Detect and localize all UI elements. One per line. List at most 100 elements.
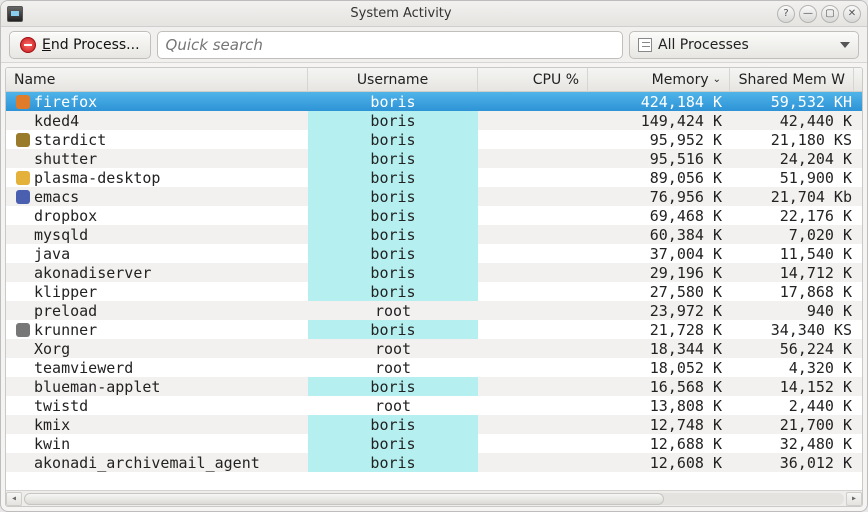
scroll-track[interactable] xyxy=(24,493,844,505)
cell-memory: 16,568 K xyxy=(588,377,730,396)
cell-cpu xyxy=(478,111,588,130)
table-row[interactable]: kded4boris149,424 K42,440 K xyxy=(6,111,862,130)
process-name: plasma-desktop xyxy=(34,169,160,187)
cell-cpu xyxy=(478,396,588,415)
cell-cpu xyxy=(478,206,588,225)
maximize-button[interactable]: ▢ xyxy=(821,5,839,23)
blank-icon xyxy=(16,247,30,261)
table-row[interactable]: javaboris37,004 K11,540 K xyxy=(6,244,862,263)
table-row[interactable]: krunnerboris21,728 K34,340 KS xyxy=(6,320,862,339)
table-row[interactable]: kmixboris12,748 K21,700 K xyxy=(6,415,862,434)
blank-icon xyxy=(16,456,30,470)
col-header-username[interactable]: Username xyxy=(308,68,478,91)
cell-name: firefox xyxy=(6,92,308,111)
blank-icon xyxy=(16,114,30,128)
cell-cpu xyxy=(478,320,588,339)
cell-name: akonadiserver xyxy=(6,263,308,282)
end-process-button[interactable]: End Process... xyxy=(9,31,151,59)
cell-shared: 22,176 K xyxy=(730,206,854,225)
cell-cpu xyxy=(478,301,588,320)
table-row[interactable]: preloadroot23,972 K940 K xyxy=(6,301,862,320)
cell-name: kmix xyxy=(6,415,308,434)
cell-username: root xyxy=(308,358,478,377)
table-row[interactable]: klipperboris27,580 K17,868 K xyxy=(6,282,862,301)
table-row[interactable]: twistdroot13,808 K2,440 K xyxy=(6,396,862,415)
scroll-thumb[interactable] xyxy=(24,493,664,505)
cell-shared: 2,440 K xyxy=(730,396,854,415)
cell-name: emacs xyxy=(6,187,308,206)
cell-username: boris xyxy=(308,453,478,472)
cell-name: dropbox xyxy=(6,206,308,225)
table-row[interactable]: dropboxboris69,468 K22,176 K xyxy=(6,206,862,225)
cell-cpu xyxy=(478,168,588,187)
cell-name: Xorg xyxy=(6,339,308,358)
process-name: akonadi_archivemail_agent xyxy=(34,454,260,472)
cell-shared: 11,540 K xyxy=(730,244,854,263)
table-row[interactable]: plasma-desktopboris89,056 K51,900 K xyxy=(6,168,862,187)
horizontal-scrollbar[interactable]: ◂ ▸ xyxy=(6,490,862,506)
cell-memory: 12,688 K xyxy=(588,434,730,453)
table-row[interactable]: akonadi_archivemail_agentboris12,608 K36… xyxy=(6,453,862,472)
table-row[interactable]: mysqldboris60,384 K7,020 K xyxy=(6,225,862,244)
scroll-right-button[interactable]: ▸ xyxy=(846,492,862,506)
app-icon xyxy=(7,6,23,22)
help-button[interactable]: ? xyxy=(777,5,795,23)
table-row[interactable]: teamviewerdroot18,052 K4,320 K xyxy=(6,358,862,377)
table-row[interactable]: blueman-appletboris16,568 K14,152 K xyxy=(6,377,862,396)
col-header-shared[interactable]: Shared Mem W xyxy=(730,68,854,91)
cell-username: boris xyxy=(308,320,478,339)
cell-memory: 12,748 K xyxy=(588,415,730,434)
filter-label: All Processes xyxy=(658,37,749,53)
cell-name: kded4 xyxy=(6,111,308,130)
cell-memory: 27,580 K xyxy=(588,282,730,301)
minimize-button[interactable]: — xyxy=(799,5,817,23)
table-row[interactable]: akonadiserverboris29,196 K14,712 K xyxy=(6,263,862,282)
cell-cpu xyxy=(478,92,588,111)
stardict-icon xyxy=(16,133,30,147)
titlebar[interactable]: System Activity ? — ▢ ✕ xyxy=(1,1,867,27)
cell-name: krunner xyxy=(6,320,308,339)
cell-cpu xyxy=(478,415,588,434)
cell-cpu xyxy=(478,339,588,358)
search-input[interactable] xyxy=(157,31,623,59)
cell-cpu xyxy=(478,358,588,377)
cell-memory: 18,344 K xyxy=(588,339,730,358)
cell-username: boris xyxy=(308,149,478,168)
process-name: Xorg xyxy=(34,340,70,358)
close-button[interactable]: ✕ xyxy=(843,5,861,23)
blank-icon xyxy=(16,209,30,223)
blank-icon xyxy=(16,342,30,356)
table-row[interactable]: firefoxboris424,184 K59,532 KH xyxy=(6,92,862,111)
table-row[interactable]: emacsboris76,956 K21,704 Kb xyxy=(6,187,862,206)
filter-dropdown[interactable]: All Processes xyxy=(629,31,859,59)
table-row[interactable]: stardictboris95,952 K21,180 KS xyxy=(6,130,862,149)
blank-icon xyxy=(16,152,30,166)
scroll-left-button[interactable]: ◂ xyxy=(6,492,22,506)
process-name: emacs xyxy=(34,188,79,206)
cell-username: boris xyxy=(308,244,478,263)
cell-memory: 95,952 K xyxy=(588,130,730,149)
system-activity-window: System Activity ? — ▢ ✕ End Process... A… xyxy=(0,0,868,512)
col-header-name[interactable]: Name xyxy=(6,68,308,91)
process-name: preload xyxy=(34,302,97,320)
cell-username: boris xyxy=(308,377,478,396)
cell-username: boris xyxy=(308,225,478,244)
cell-name: klipper xyxy=(6,282,308,301)
col-header-cpu[interactable]: CPU % xyxy=(478,68,588,91)
cell-memory: 13,808 K xyxy=(588,396,730,415)
emacs-icon xyxy=(16,190,30,204)
cell-username: boris xyxy=(308,92,478,111)
cell-memory: 23,972 K xyxy=(588,301,730,320)
table-row[interactable]: Xorgroot18,344 K56,224 K xyxy=(6,339,862,358)
cell-shared: 14,712 K xyxy=(730,263,854,282)
cell-shared: 32,480 K xyxy=(730,434,854,453)
cell-username: boris xyxy=(308,168,478,187)
process-name: dropbox xyxy=(34,207,97,225)
cell-cpu xyxy=(478,225,588,244)
table-row[interactable]: kwinboris12,688 K32,480 K xyxy=(6,434,862,453)
plasma-icon xyxy=(16,171,30,185)
table-row[interactable]: shutterboris95,516 K24,204 K xyxy=(6,149,862,168)
col-header-memory[interactable]: Memory⌄ xyxy=(588,68,730,91)
cell-name: mysqld xyxy=(6,225,308,244)
cell-shared: 21,180 KS xyxy=(730,130,854,149)
